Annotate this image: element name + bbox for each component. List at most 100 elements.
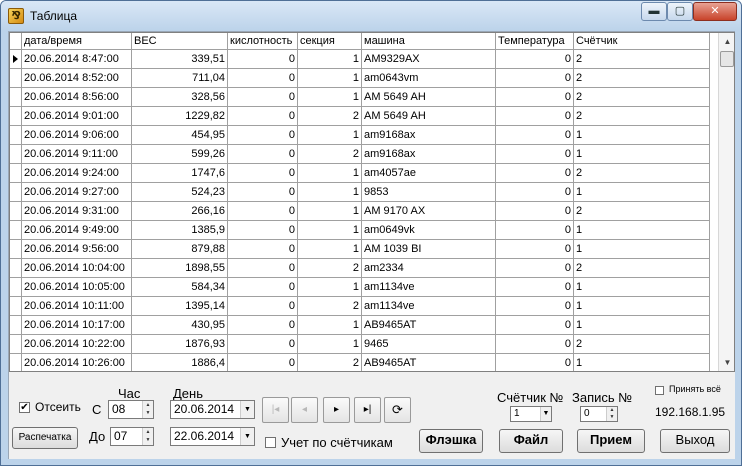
section-cell[interactable]: 1 [298, 50, 362, 69]
record-stepper[interactable]: 0 ▲ ▼ [580, 406, 618, 422]
temperature-cell[interactable]: 0 [496, 69, 574, 88]
table-row[interactable]: 20.06.2014 9:49:00 1385,9 0 1 am0649vk 0 1 [10, 221, 710, 240]
weight-cell[interactable]: 339,51 [132, 50, 228, 69]
date-time-cell[interactable]: 20.06.2014 9:31:00 [22, 202, 132, 221]
hour-to-stepper[interactable]: 07 ▲ ▼ [110, 427, 154, 446]
vehicle-cell[interactable]: AM9329AX [362, 50, 496, 69]
row-indicator[interactable] [10, 88, 22, 107]
by-counters-checkbox[interactable] [265, 437, 276, 448]
table-row[interactable]: 20.06.2014 10:04:00 1898,55 0 2 am2334 0 2 [10, 259, 710, 278]
date-time-cell[interactable]: 20.06.2014 10:17:00 [22, 316, 132, 335]
refresh-button[interactable]: ⟳ [384, 397, 411, 423]
weight-cell[interactable]: 599,26 [132, 145, 228, 164]
date-time-cell[interactable]: 20.06.2014 10:04:00 [22, 259, 132, 278]
date-time-cell[interactable]: 20.06.2014 10:05:00 [22, 278, 132, 297]
temperature-cell[interactable]: 0 [496, 183, 574, 202]
weight-cell[interactable]: 1747,6 [132, 164, 228, 183]
vehicle-cell[interactable]: am0649vk [362, 221, 496, 240]
table-row[interactable]: 20.06.2014 8:47:00 339,51 0 1 AM9329AX 0 2 [10, 50, 710, 69]
temperature-cell[interactable]: 0 [496, 316, 574, 335]
row-indicator[interactable] [10, 259, 22, 278]
date-time-cell[interactable]: 20.06.2014 9:56:00 [22, 240, 132, 259]
temperature-cell[interactable]: 0 [496, 50, 574, 69]
day-to-picker[interactable]: 22.06.2014 ▼ [170, 427, 255, 446]
acidity-cell[interactable]: 0 [228, 164, 298, 183]
date-time-cell[interactable]: 20.06.2014 10:26:00 [22, 354, 132, 371]
table-row[interactable]: 20.06.2014 9:11:00 599,26 0 2 am9168ax 0 1 [10, 145, 710, 164]
date-time-cell[interactable]: 20.06.2014 10:11:00 [22, 297, 132, 316]
temperature-cell[interactable]: 0 [496, 335, 574, 354]
temperature-cell[interactable]: 0 [496, 354, 574, 371]
acidity-cell[interactable]: 0 [228, 354, 298, 371]
weight-header[interactable]: ВЕС [132, 33, 228, 50]
vertical-scrollbar[interactable]: ▲ ▼ [718, 33, 734, 371]
vehicle-header[interactable]: машина [362, 33, 496, 50]
date-time-cell[interactable]: 20.06.2014 9:24:00 [22, 164, 132, 183]
vehicle-cell[interactable]: AM 5649 AH [362, 107, 496, 126]
vehicle-cell[interactable]: am0643vm [362, 69, 496, 88]
first-record-button[interactable]: |◂ [262, 397, 289, 423]
section-cell[interactable]: 1 [298, 88, 362, 107]
section-cell[interactable]: 1 [298, 278, 362, 297]
vehicle-cell[interactable]: am9168ax [362, 145, 496, 164]
acidity-cell[interactable]: 0 [228, 107, 298, 126]
row-indicator[interactable] [10, 335, 22, 354]
section-cell[interactable]: 1 [298, 164, 362, 183]
prev-record-button[interactable]: ◂ [291, 397, 318, 423]
section-cell[interactable]: 1 [298, 69, 362, 88]
acidity-cell[interactable]: 0 [228, 88, 298, 107]
table-row[interactable]: 20.06.2014 8:52:00 711,04 0 1 am0643vm 0 2 [10, 69, 710, 88]
temperature-cell[interactable]: 0 [496, 221, 574, 240]
section-cell[interactable]: 1 [298, 335, 362, 354]
counter-cell[interactable]: 2 [574, 107, 710, 126]
row-indicator[interactable] [10, 50, 22, 69]
section-cell[interactable]: 1 [298, 316, 362, 335]
weight-cell[interactable]: 879,88 [132, 240, 228, 259]
counter-cell[interactable]: 2 [574, 164, 710, 183]
counter-cell[interactable]: 1 [574, 145, 710, 164]
acidity-cell[interactable]: 0 [228, 335, 298, 354]
row-indicator[interactable] [10, 240, 22, 259]
counter-cell[interactable]: 2 [574, 69, 710, 88]
scroll-up-icon[interactable]: ▲ [719, 33, 734, 50]
day-from-picker[interactable]: 20.06.2014 ▼ [170, 400, 255, 419]
maximize-button[interactable]: ▢ [667, 2, 693, 21]
temperature-cell[interactable]: 0 [496, 126, 574, 145]
section-header[interactable]: секция [298, 33, 362, 50]
weight-cell[interactable]: 524,23 [132, 183, 228, 202]
weight-cell[interactable]: 1395,14 [132, 297, 228, 316]
weight-cell[interactable]: 711,04 [132, 69, 228, 88]
weight-cell[interactable]: 584,34 [132, 278, 228, 297]
section-cell[interactable]: 2 [298, 107, 362, 126]
acidity-cell[interactable]: 0 [228, 50, 298, 69]
date-time-cell[interactable]: 20.06.2014 9:27:00 [22, 183, 132, 202]
acidity-cell[interactable]: 0 [228, 278, 298, 297]
acidity-header[interactable]: кислотность [228, 33, 298, 50]
counter-cell[interactable]: 2 [574, 335, 710, 354]
section-cell[interactable]: 1 [298, 202, 362, 221]
date-time-cell[interactable]: 20.06.2014 8:52:00 [22, 69, 132, 88]
counter-cell[interactable]: 2 [574, 88, 710, 107]
row-indicator[interactable] [10, 126, 22, 145]
row-indicator[interactable] [10, 69, 22, 88]
temperature-cell[interactable]: 0 [496, 202, 574, 221]
temperature-cell[interactable]: 0 [496, 145, 574, 164]
temperature-cell[interactable]: 0 [496, 259, 574, 278]
section-cell[interactable]: 1 [298, 126, 362, 145]
weight-cell[interactable]: 1898,55 [132, 259, 228, 278]
counter-select[interactable]: 1 ▼ [510, 406, 552, 422]
acidity-cell[interactable]: 0 [228, 316, 298, 335]
vehicle-cell[interactable]: am1134ve [362, 278, 496, 297]
temperature-cell[interactable]: 0 [496, 88, 574, 107]
counter-cell[interactable]: 2 [574, 259, 710, 278]
hour-from-stepper[interactable]: 08 ▲ ▼ [108, 400, 154, 419]
table-row[interactable]: 20.06.2014 10:22:00 1876,93 0 1 9465 0 2 [10, 335, 710, 354]
counter-cell[interactable]: 1 [574, 183, 710, 202]
table-row[interactable]: 20.06.2014 9:31:00 266,16 0 1 AM 9170 AX 0 2 [10, 202, 710, 221]
weight-cell[interactable]: 1229,82 [132, 107, 228, 126]
counter-cell[interactable]: 1 [574, 316, 710, 335]
close-button[interactable]: ✕ [693, 2, 737, 21]
row-indicator[interactable] [10, 297, 22, 316]
vehicle-cell[interactable]: 9853 [362, 183, 496, 202]
chevron-down-icon[interactable]: ▼ [240, 401, 254, 418]
